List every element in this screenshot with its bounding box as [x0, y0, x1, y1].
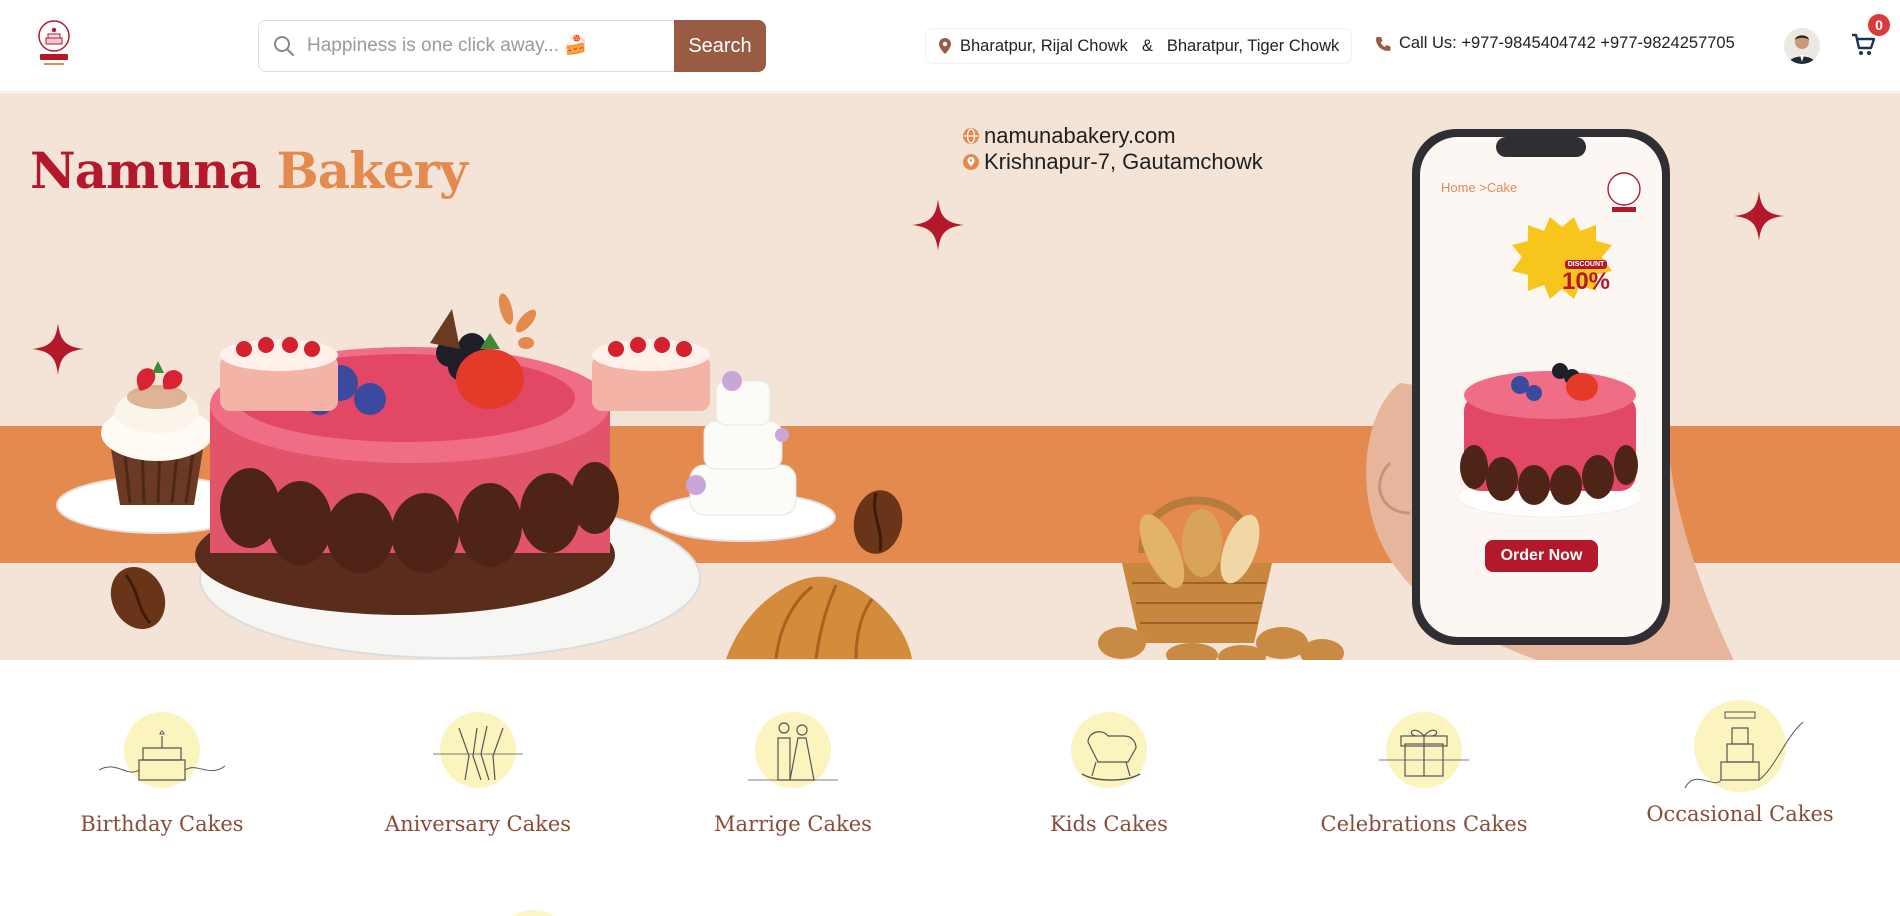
brand-title: Namuna Bakery: [30, 141, 469, 200]
cart-icon[interactable]: [1850, 32, 1876, 58]
namuna-logo-icon[interactable]: [34, 18, 74, 70]
category-occasional-cakes[interactable]: Occasional Cakes: [1590, 698, 1890, 826]
banner-website: namunabakery.com: [984, 123, 1176, 148]
search-icon: [274, 36, 294, 56]
wedding-couple-icon: [748, 712, 838, 788]
address-row: Krishnapur-7, Gautamchowk: [962, 149, 1263, 175]
petal-decoration-icon: [498, 293, 537, 349]
location-separator: &: [1141, 36, 1153, 55]
banner-contact: namunabakery.com Krishnapur-7, Gautamcho…: [962, 123, 1263, 175]
category-label: Aniversary Cakes: [384, 812, 572, 836]
coffee-bean-icon: [853, 490, 903, 554]
globe-icon: [963, 128, 979, 144]
next-row-icon-peek: [510, 910, 556, 916]
site-header: Search Bharatpur, Rijal Chowk & Bharatpu…: [0, 0, 1900, 92]
discount-value: 10%: [1561, 268, 1611, 295]
category-label: Occasional Cakes: [1646, 802, 1834, 826]
gift-box-icon: [1379, 712, 1469, 788]
search-box: [258, 20, 674, 72]
phone-breadcrumb: Home >Cake: [1441, 180, 1518, 195]
wedding-cake-illustration: [650, 371, 836, 542]
address-pin-icon: [963, 154, 979, 170]
banner-address: Krishnapur-7, Gautamchowk: [984, 149, 1263, 174]
berry-cake-illustration: [220, 337, 338, 411]
coffee-bean-icon: [110, 566, 166, 630]
category-celebrations-cakes[interactable]: Celebrations Cakes: [1274, 708, 1574, 836]
search-bar: Search: [258, 20, 766, 72]
call-us[interactable]: Call Us: +977-9845404742 +977-9824257705: [1375, 34, 1735, 53]
phone-icon: [1376, 36, 1391, 51]
call-us-text: Call Us: +977-9845404742 +977-9824257705: [1399, 34, 1735, 52]
category-label: Birthday Cakes: [80, 812, 244, 836]
croissant-illustration: [726, 576, 912, 660]
user-avatar-icon: [1784, 28, 1820, 64]
category-label: Celebrations Cakes: [1320, 812, 1528, 836]
category-label: Kids Cakes: [1050, 812, 1168, 836]
category-aniversary-cakes[interactable]: Aniversary Cakes: [328, 708, 628, 836]
location-pin-icon: [939, 38, 951, 54]
website-row: namunabakery.com: [962, 123, 1263, 149]
cart-count-badge: 0: [1868, 14, 1890, 36]
birthday-cake-icon: [98, 712, 226, 788]
hero-banner[interactable]: Namuna Bakery namunabakery.com Krishnapu…: [0, 93, 1900, 660]
discount-badge: DISCOUNT 10%: [1556, 251, 1616, 294]
sparkle-icon: [912, 199, 964, 251]
rocking-horse-icon: [1071, 712, 1147, 788]
category-marrige-cakes[interactable]: Marrige Cakes: [643, 708, 943, 836]
cake-categories: Birthday Cakes Aniversary Cakes Marrige …: [0, 660, 1900, 916]
user-avatar[interactable]: [1784, 28, 1820, 64]
location-first: Bharatpur, Rijal Chowk: [960, 36, 1128, 55]
brand-word-bakery: Bakery: [276, 141, 469, 200]
location-second: Bharatpur, Tiger Chowk: [1166, 36, 1340, 55]
champagne-glasses-icon: [433, 712, 523, 788]
tiered-cake-icon: [1684, 700, 1804, 792]
bread-basket-illustration: [1098, 496, 1344, 660]
order-now-button[interactable]: Order Now: [1485, 540, 1598, 572]
search-input[interactable]: [307, 35, 667, 57]
category-label: Marrige Cakes: [714, 812, 872, 836]
search-button[interactable]: Search: [674, 20, 766, 72]
store-locations[interactable]: Bharatpur, Rijal Chowk & Bharatpur, Tige…: [925, 28, 1353, 64]
category-kids-cakes[interactable]: Kids Cakes: [959, 708, 1259, 836]
category-birthday-cakes[interactable]: Birthday Cakes: [12, 708, 312, 836]
brand-word-namuna: Namuna: [30, 141, 261, 200]
